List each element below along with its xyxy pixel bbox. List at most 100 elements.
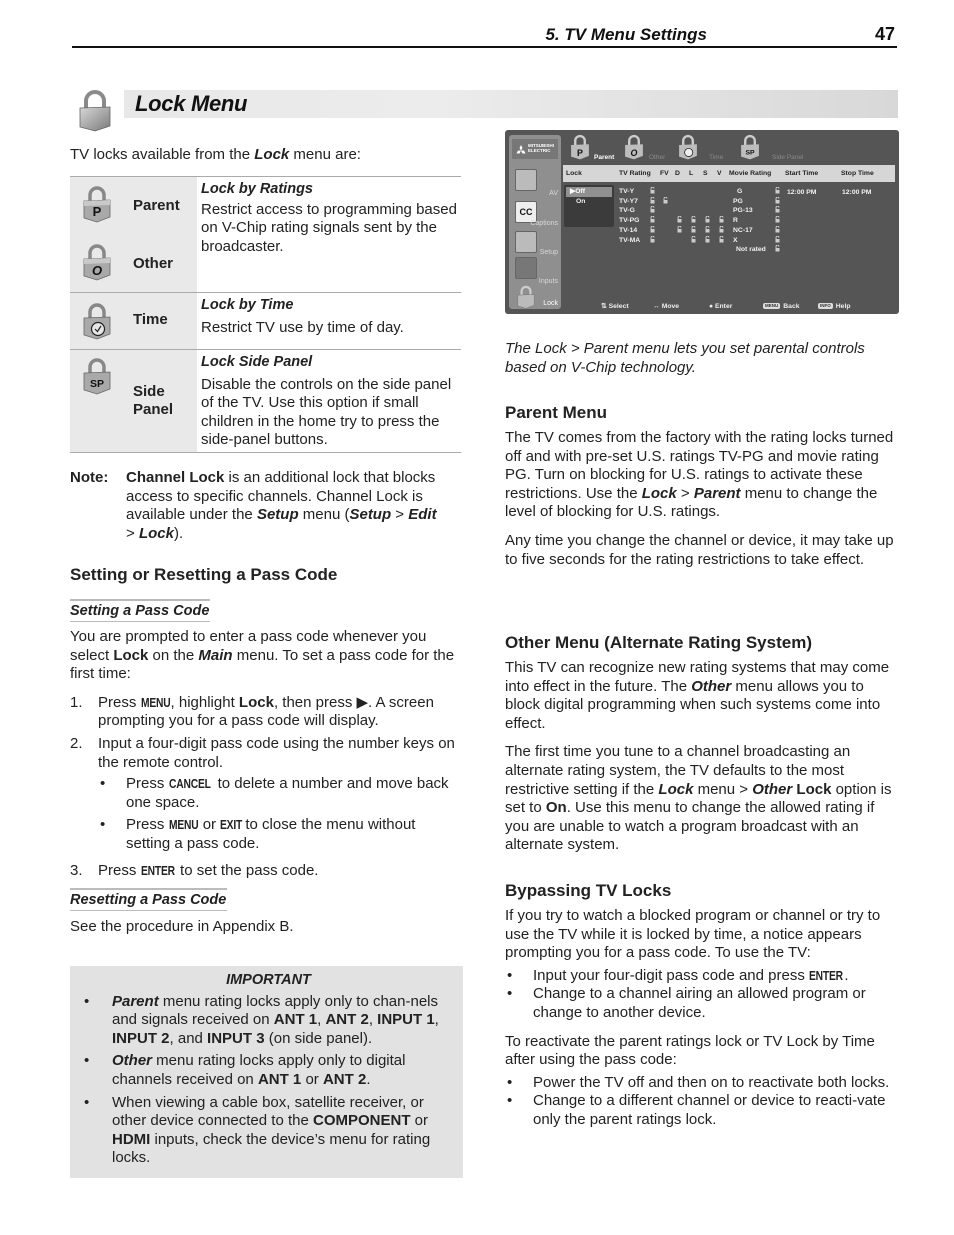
- page-title: Lock Menu: [135, 91, 248, 116]
- open-lock-icon[interactable]: [775, 206, 780, 213]
- open-lock-icon[interactable]: [705, 216, 710, 223]
- open-lock-icon[interactable]: [677, 225, 682, 233]
- step: 3. Press ENTER to set the pass code.: [70, 861, 319, 879]
- lock-row-side-panel: SP Side Panel Lock Side Panel Disable th…: [70, 350, 461, 453]
- movie-rating-not-rated[interactable]: Not rated: [736, 245, 766, 254]
- bullet-item: • Press CANCEL to delete a number and mov…: [100, 775, 449, 811]
- open-lock-icon[interactable]: [650, 216, 655, 223]
- open-lock-icon[interactable]: [650, 196, 655, 204]
- open-lock-icon[interactable]: [650, 206, 655, 213]
- lock-description: Restrict access to programming based on …: [201, 200, 457, 255]
- open-lock-icon[interactable]: [705, 235, 710, 243]
- movie-rating-nc-17[interactable]: NC-17: [733, 226, 753, 235]
- note: Note: Channel Lock is an additional lock…: [70, 469, 462, 543]
- tv-rating-tv-ma[interactable]: TV-MA: [619, 236, 640, 245]
- parent-lock-icon: P: [571, 134, 589, 160]
- right-arrow-icon: ▶: [356, 693, 369, 711]
- tv-sidebar-captions: Captions: [530, 220, 558, 227]
- setup-icon: [515, 231, 537, 253]
- open-lock-icon[interactable]: [663, 196, 668, 204]
- menu-key-icon: MENU: [763, 303, 781, 309]
- open-lock-icon[interactable]: [650, 235, 655, 243]
- lock-title: Lock by Time: [201, 297, 294, 313]
- time-lock-icon: [679, 134, 697, 160]
- open-lock-icon[interactable]: [775, 245, 780, 252]
- movie-rating-r[interactable]: R: [733, 216, 738, 225]
- side-panel-lock-icon: SP: [83, 358, 111, 395]
- lock-description: Disable the controls on the side panel o…: [201, 375, 452, 449]
- intro-text: TV locks available from the Lock menu ar…: [70, 146, 361, 163]
- lock-types-table: P O Parent Other Lock by Ratings Restric…: [70, 176, 461, 453]
- open-lock-icon[interactable]: [650, 187, 655, 194]
- open-lock-icon[interactable]: [775, 196, 780, 204]
- tv-rating-tv-y7[interactable]: TV-Y7: [619, 197, 638, 206]
- svg-text:P: P: [93, 204, 102, 219]
- tv-sidebar-inputs: Inputs: [538, 278, 558, 285]
- bypassing-body: If you try to watch a blocked program or…: [505, 907, 899, 1130]
- open-lock-icon[interactable]: [650, 225, 655, 233]
- leftright-icon: ↔: [653, 303, 660, 310]
- other-lock-icon: O: [625, 134, 643, 160]
- tv-sidebar-setup: Setup: [539, 249, 558, 256]
- lock-name-side-panel: Side Panel: [133, 383, 174, 418]
- mitsubishi-logo-icon: [516, 145, 526, 154]
- open-lock-icon[interactable]: [775, 225, 780, 233]
- tv-rating-tv-14[interactable]: TV-14: [619, 226, 637, 235]
- setting-pass-code-body: You are prompted to enter a pass code wh…: [70, 628, 462, 884]
- svg-text:O: O: [92, 263, 102, 278]
- tv-rating-tv-g[interactable]: TV-G: [619, 206, 635, 215]
- tv-column-headers: Lock TV Rating FV D L S V Movie Rating S…: [563, 165, 895, 182]
- lock-row-time: Time Lock by Time Restrict TV use by tim…: [70, 293, 461, 350]
- tv-footer-move: ↔ Move: [653, 303, 680, 310]
- parent-menu-heading: Parent Menu: [505, 403, 608, 422]
- tv-rating-tv-y[interactable]: TV-Y: [619, 187, 634, 196]
- open-lock-icon[interactable]: [719, 216, 724, 223]
- tv-footer-select: ⇅ Select: [601, 303, 629, 310]
- tv-stop-time: 12:00 PM: [842, 189, 872, 196]
- note-text: Channel Lock is an additional lock that …: [126, 469, 437, 542]
- note-label: Note:: [70, 469, 109, 486]
- tv-rating-tv-pg[interactable]: TV-PG: [619, 216, 639, 225]
- tv-footer-enter: ● Enter: [709, 303, 733, 310]
- movie-rating-pg-13[interactable]: PG-13: [733, 206, 753, 215]
- movie-rating-x[interactable]: X: [733, 236, 738, 245]
- steps-list: 1. Press MENU, highlight Lock, then press…: [70, 694, 462, 880]
- important-item: • When viewing a cable box, satellite rec…: [84, 1093, 431, 1167]
- movie-rating-pg[interactable]: PG: [733, 197, 743, 206]
- tv-start-time: 12:00 PM: [787, 189, 817, 196]
- open-lock-icon[interactable]: [691, 235, 696, 243]
- open-lock-icon[interactable]: [775, 235, 780, 243]
- tv-lock-option-on[interactable]: On: [566, 197, 612, 207]
- open-lock-icon[interactable]: [705, 225, 710, 233]
- important-box: IMPORTANT • Parent menu rating locks appl…: [70, 966, 463, 1178]
- svg-text:SP: SP: [745, 150, 755, 157]
- bullet-item: • Power the TV off and then on to reactiv…: [507, 1073, 890, 1091]
- bypassing-heading: Bypassing TV Locks: [505, 881, 672, 900]
- other-menu-heading: Other Menu (Alternate Rating System): [505, 633, 812, 652]
- info-key-icon: INFO: [818, 303, 833, 309]
- padlock-icon: [79, 90, 111, 132]
- bullet-item: • Input your four-digit pass code and pre…: [507, 966, 849, 984]
- open-lock-icon[interactable]: [691, 216, 696, 223]
- svg-text:P: P: [577, 148, 583, 158]
- lock-title: Lock by Ratings: [201, 181, 313, 197]
- open-lock-icon[interactable]: [775, 216, 780, 223]
- bullet-item: • Change to a channel airing an allowed p…: [507, 985, 866, 1021]
- tv-lock-options: ▶Off On: [564, 185, 614, 227]
- open-lock-icon[interactable]: [719, 225, 724, 233]
- open-lock-icon[interactable]: [775, 187, 780, 194]
- setting-pass-code-heading: Setting a Pass Code: [70, 599, 211, 622]
- open-lock-icon[interactable]: [691, 225, 696, 233]
- open-lock-icon[interactable]: [719, 235, 724, 243]
- tv-sidebar: MITSUBISHI ELECTRIC AV CC Captions Setup …: [509, 135, 561, 309]
- lock-name-parent: Parent: [133, 197, 180, 214]
- running-header: 5. TV Menu Settings 47: [72, 24, 897, 48]
- bullet-item: • Change to a different channel or device…: [507, 1092, 886, 1128]
- tv-tabs: P Parent O Other Time SP Side Panel: [565, 134, 895, 164]
- movie-rating-g[interactable]: G: [737, 187, 742, 196]
- open-lock-icon[interactable]: [677, 216, 682, 223]
- tv-lock-option-off[interactable]: ▶Off: [566, 187, 612, 197]
- inputs-icon: [515, 257, 537, 279]
- tv-footer-back: MENU Back: [763, 303, 800, 310]
- bullet-item: • Press MENU or EXIT to close the menu wi…: [100, 816, 416, 852]
